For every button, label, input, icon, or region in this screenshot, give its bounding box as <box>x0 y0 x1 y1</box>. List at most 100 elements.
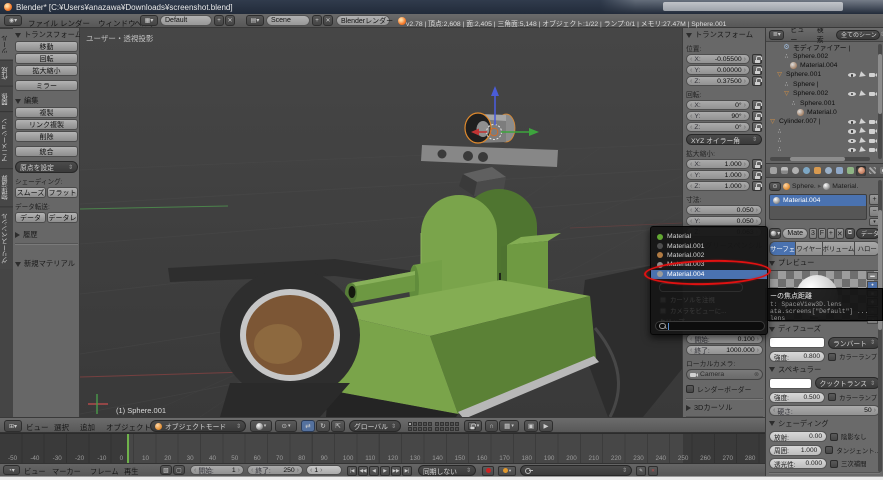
lock-icon[interactable] <box>752 159 762 169</box>
clear-icon[interactable]: ⊗ <box>754 371 759 378</box>
visibility-eye-icon[interactable] <box>848 127 856 135</box>
data-link-dropdown[interactable]: データ <box>856 228 880 239</box>
editor-type-menu-icon[interactable]: ◉▾ <box>4 15 22 26</box>
outliner-horizontal-scrollbar[interactable] <box>770 157 870 161</box>
title-bar[interactable]: Blender* [C:¥Users¥anazawa¥Downloads¥scr… <box>0 0 883 14</box>
shading-checkbox[interactable] <box>825 446 833 454</box>
preview-range-icon[interactable]: ▧ <box>160 465 172 475</box>
set-origin-dropdown[interactable]: 原点を設定 <box>15 161 78 173</box>
tool-button[interactable]: 拡大縮小 <box>15 65 78 76</box>
add-scene-button[interactable]: + <box>312 15 322 26</box>
snap-magnet-icon[interactable]: ∩ <box>485 420 498 432</box>
lock-icon[interactable] <box>752 181 762 191</box>
outliner-row[interactable]: Material.0 <box>766 108 883 117</box>
jump-to-end-button[interactable]: ▶| <box>402 466 412 476</box>
properties-tab[interactable] <box>790 166 800 176</box>
lock-icon[interactable] <box>752 65 762 75</box>
rotation-field[interactable]: Z:0° <box>686 122 750 132</box>
frame-end-field[interactable]: 終了:250 <box>247 465 303 475</box>
visibility-eye-icon[interactable] <box>848 71 856 79</box>
clip-end-field[interactable]: 終了:1000.000 <box>686 345 763 355</box>
menu-item[interactable]: ビュー <box>24 467 46 477</box>
menu-item[interactable]: 選択 <box>54 422 69 433</box>
location-field[interactable]: Y:0.00000 <box>686 65 750 75</box>
scene-field[interactable]: Scene <box>266 15 310 26</box>
layer-buttons-group-2[interactable] <box>435 422 459 431</box>
tool-shelf-tab[interactable]: 作成 <box>0 60 13 86</box>
menu-item[interactable]: ウィンドウ <box>98 18 136 29</box>
lock-icon[interactable] <box>752 76 762 86</box>
lock-icon[interactable] <box>752 170 762 180</box>
close-scene-button[interactable]: ✕ <box>323 15 333 26</box>
panel-header-history[interactable]: 履歴 <box>15 230 78 240</box>
visibility-eye-icon[interactable] <box>848 90 856 98</box>
dimension-field[interactable]: Y:0.050 <box>686 216 762 226</box>
screen-layout-field[interactable]: Default <box>160 15 212 26</box>
close-layout-button[interactable]: ✕ <box>225 15 235 26</box>
outliner-row[interactable] <box>766 136 883 145</box>
diffuse-ramp-checkbox[interactable] <box>828 353 836 361</box>
screen-layout-browse-icon[interactable]: ▦▾ <box>140 15 158 26</box>
tool-shelf-tab[interactable]: 関係 <box>0 86 13 112</box>
specular-ramp-checkbox[interactable] <box>828 393 836 401</box>
panel-header-new-material[interactable]: 新規マテリアル <box>15 259 78 269</box>
lock-to-scene-dropdown[interactable]: ▾ <box>464 420 482 432</box>
scale-field[interactable]: Z:1.000 <box>686 181 750 191</box>
renderability-camera-icon[interactable] <box>869 90 877 98</box>
selectability-cursor-icon[interactable] <box>859 137 867 145</box>
transform-orientation-dropdown[interactable]: グローバル <box>349 420 401 432</box>
properties-tab[interactable] <box>801 166 811 176</box>
panel-header-3d-cursor[interactable]: 3Dカーソル <box>686 403 763 413</box>
material-type-tab[interactable]: ワイヤー <box>796 242 822 255</box>
layer-buttons-group-1[interactable] <box>408 422 432 431</box>
properties-tab[interactable] <box>878 166 883 176</box>
location-field[interactable]: Z:0.37500 <box>686 76 750 86</box>
active-material-slot[interactable]: Material.004 <box>770 195 866 206</box>
properties-tab[interactable] <box>812 166 822 176</box>
material-name-field[interactable]: Mate <box>782 228 808 239</box>
properties-tab[interactable] <box>768 166 778 176</box>
selectability-cursor-icon[interactable] <box>859 90 867 98</box>
diffuse-intensity-slider[interactable]: 強度:0.800 <box>769 351 825 362</box>
shading-value-field[interactable]: 周囲:1.000 <box>769 445 822 456</box>
panel-header-diffuse[interactable]: ディフューズ <box>769 324 880 334</box>
render-opengl-anim-icon[interactable]: ▶ <box>539 420 553 432</box>
material-type-tab[interactable]: ボリューム <box>823 242 856 255</box>
outliner-row[interactable]: Material.004 <box>766 61 883 70</box>
editor-type-icon[interactable]: ⊞▾ <box>4 420 22 432</box>
join-button[interactable]: 統合 <box>15 146 78 157</box>
menu-item[interactable]: 再生 <box>124 467 138 477</box>
visibility-eye-icon[interactable] <box>848 137 856 145</box>
prev-keyframe-button[interactable]: ◀◀ <box>358 466 368 476</box>
menu-item[interactable]: レンダー <box>60 18 90 29</box>
menu-item[interactable]: マーカー <box>52 467 81 477</box>
shading-checkbox[interactable] <box>830 433 838 441</box>
panel-header-transform[interactable]: トランスフォーム <box>15 30 78 40</box>
scale-field[interactable]: X:1.000 <box>686 159 750 169</box>
shade-flat-button[interactable]: フラット <box>47 187 78 198</box>
render-engine-select[interactable]: Blenderレンダー <box>336 15 390 26</box>
selectability-cursor-icon[interactable] <box>859 71 867 79</box>
outliner-row[interactable]: Sphere.002 <box>766 89 883 98</box>
timeline[interactable]: -50-40-30-20-100102030405060708090100110… <box>0 433 765 463</box>
panel-header-preview[interactable]: プレビュー <box>769 258 880 268</box>
shading-checkbox[interactable] <box>830 460 838 468</box>
lock-icon[interactable] <box>752 111 762 121</box>
record-button[interactable] <box>482 466 494 476</box>
preview-flat-button[interactable]: ▬ <box>867 272 878 280</box>
material-slot-list[interactable]: Material.004 <box>769 194 867 220</box>
menu-item[interactable]: フレーム <box>90 467 119 477</box>
mode-dropdown[interactable]: オブジェクトモード <box>150 420 246 432</box>
editor-type-icon[interactable]: ≣▾ <box>769 30 784 40</box>
specular-intensity-slider[interactable]: 強度:0.500 <box>769 392 825 403</box>
keying-set-type-dropdown[interactable]: ▾ <box>498 466 516 476</box>
frame-lock-icon[interactable]: ▢ <box>173 465 185 475</box>
unlink-material-button[interactable]: ✕ <box>836 228 844 239</box>
tool-button[interactable]: 削除 <box>15 131 78 142</box>
specular-shader-dropdown[interactable]: クックトランス <box>815 377 880 389</box>
fake-user-button[interactable]: F <box>818 228 826 239</box>
insert-keyframe-icon[interactable]: ✎ <box>636 466 646 476</box>
tool-shelf-tab[interactable]: 物理演算 <box>0 168 13 206</box>
browse-material-icon[interactable]: ▾ <box>769 228 781 239</box>
editor-type-icon[interactable]: ◔▾ <box>3 465 20 475</box>
